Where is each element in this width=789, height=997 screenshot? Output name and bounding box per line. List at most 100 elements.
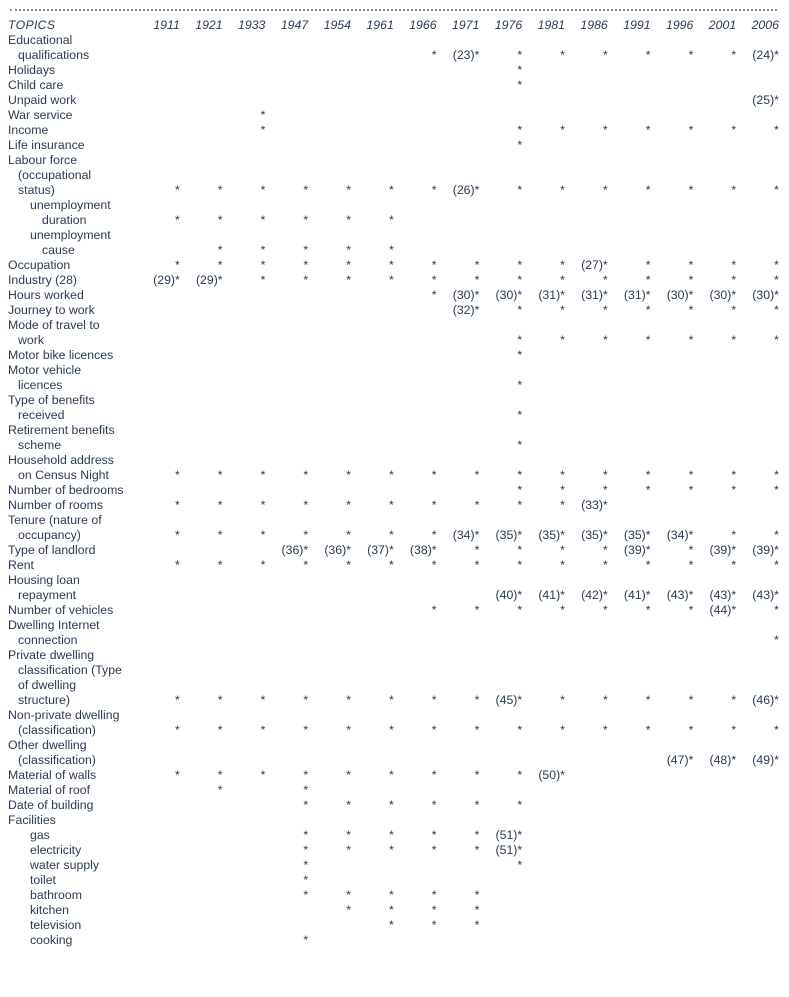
cell-1991 [608,888,651,903]
cell-1954 [308,813,351,828]
cell-marker: (31)* [581,288,608,302]
topic-label-line: Number of bedrooms [8,483,124,497]
cell-marker: (31)* [538,288,565,302]
cell-2001: * [693,258,736,273]
cell-2011: * [779,558,789,573]
cell-1971: * [437,768,480,783]
cell-1947 [265,33,308,63]
cell-1971: (32)* [437,303,480,318]
cell-1961 [351,618,394,648]
cell-1933 [223,33,266,63]
cell-marker: (35)* [538,528,565,542]
cell-1971 [437,813,480,828]
cell-marker: * [602,333,608,347]
cell-marker: * [688,48,694,62]
cell-1933: * [223,768,266,783]
cell-1996 [651,843,694,858]
cell-1921 [180,738,223,768]
cell-marker: * [346,528,351,542]
cell-2006: (46)* [736,648,779,708]
cell-1986 [565,873,608,888]
cell-1921 [180,423,223,453]
cell-1996 [651,198,694,228]
cell-marker: * [217,723,223,737]
cell-1996 [651,798,694,813]
cell-1954: * [308,903,351,918]
cell-1947: * [265,648,308,708]
cell-1954 [308,363,351,393]
cell-2006: * [736,273,779,288]
cell-1986: * [565,123,608,138]
cell-2001: * [693,153,736,198]
cell-1976: * [479,33,522,63]
cell-1911: * [137,708,180,738]
cell-1991 [608,738,651,768]
topic-label-line: Holidays [8,63,56,77]
cell-1947 [265,288,308,303]
cell-marker: * [217,528,223,542]
cell-2011: (30)* [779,288,789,303]
cell-1921 [180,903,223,918]
topic-label-line: gas [30,828,50,842]
table-row: cooking * [8,933,789,948]
cell-1966 [394,573,437,603]
cell-2011 [779,423,789,453]
table-row: Dwelling Internetconnection ** [8,618,789,648]
cell-1933 [223,93,266,108]
year-column-header-1961: 1961 [366,18,394,32]
cell-marker: * [645,723,651,737]
cell-1981 [522,393,565,423]
cell-1947: * [265,783,308,798]
cell-1961 [351,573,394,603]
cell-2001: * [693,558,736,573]
cell-1986 [565,918,608,933]
cell-1911 [137,318,180,348]
year-column-header-1911: 1911 [153,18,180,32]
cell-1947: * [265,153,308,198]
cell-marker: * [645,483,651,497]
cell-1921 [180,123,223,138]
cell-1971 [437,618,480,648]
cell-1961: * [351,798,394,813]
year-column-header-1996: 1996 [666,18,694,32]
cell-1981 [522,93,565,108]
cell-marker: * [560,483,565,497]
cell-marker: * [217,243,223,257]
cell-1981: (35)* [522,513,565,543]
topic-label: Type of benefits received [8,393,137,423]
cell-2006: (49)* [736,738,779,768]
cell-2006: * [736,303,779,318]
cell-marker: * [303,783,309,797]
cell-1976: * [479,153,522,198]
cell-marker: (29)* [153,273,180,287]
cell-1966 [394,618,437,648]
cell-1986 [565,63,608,78]
cell-1961 [351,93,394,108]
cell-1947 [265,138,308,153]
cell-1981: * [522,708,565,738]
cell-1991 [608,498,651,513]
cell-marker: * [602,543,608,557]
cell-1947: * [265,513,308,543]
cell-1986 [565,423,608,453]
topic-label: Number of rooms [8,498,137,513]
cell-1933 [223,423,266,453]
cell-marker: * [303,873,309,887]
topic-label-line: occupancy) [18,528,81,542]
cell-marker: * [774,558,779,572]
topic-label-line: Number of rooms [8,498,103,512]
cell-1947: * [265,873,308,888]
cell-marker: * [260,693,266,707]
cell-1961 [351,738,394,768]
table-row: Type of benefits received * [8,393,789,423]
cell-1911 [137,858,180,873]
cell-1933 [223,873,266,888]
cell-1954 [308,348,351,363]
topic-label: Type of landlord [8,543,137,558]
topic-label-line: Date of building [8,798,94,812]
cell-marker: * [175,558,180,572]
cell-1947 [265,123,308,138]
cell-marker: (43)* [666,588,694,602]
topic-label: Unpaid work [8,93,137,108]
cell-1996: * [651,708,694,738]
